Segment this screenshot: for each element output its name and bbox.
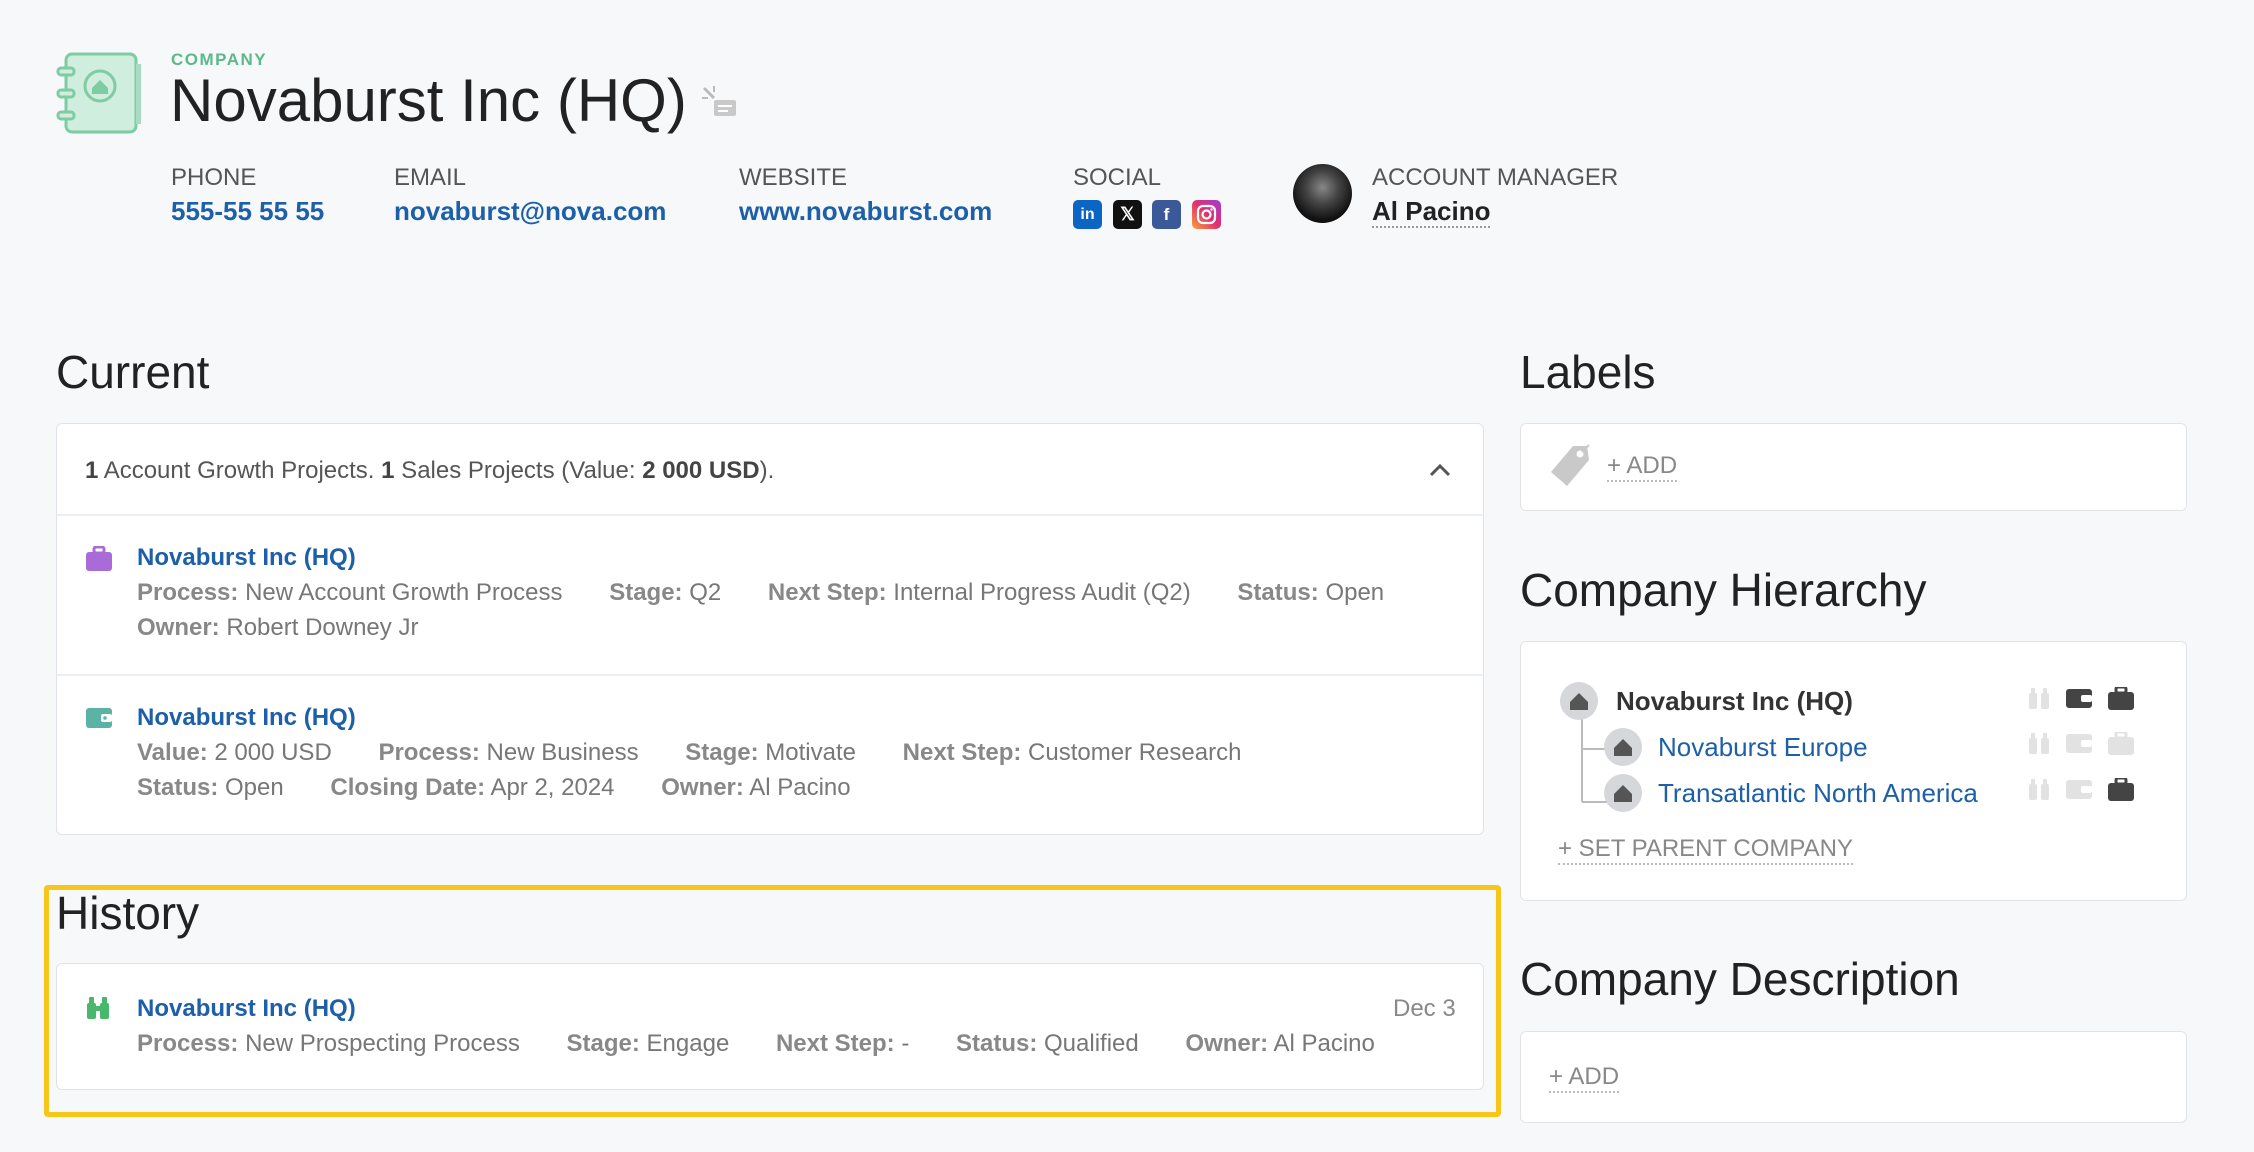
wallet-icon [2066, 689, 2092, 708]
binoculars-icon [2029, 688, 2049, 709]
instagram-icon[interactable] [1192, 200, 1221, 229]
phone-label: PHONE [171, 164, 257, 191]
current-heading: Current [56, 346, 210, 398]
wallet-icon [2066, 780, 2092, 799]
project-meta-line: Status: Open Closing Date: Apr 2, 2024 O… [137, 774, 851, 801]
company-home-icon [1604, 774, 1642, 812]
row-divider [57, 514, 1483, 516]
company-book-icon [56, 52, 141, 134]
project-title-link[interactable]: Novaburst Inc (HQ) [137, 544, 356, 572]
email-label: EMAIL [394, 164, 467, 191]
set-parent-company-link[interactable]: + SET PARENT COMPANY [1558, 835, 1853, 865]
account-manager-name[interactable]: Al Pacino [1372, 196, 1491, 228]
briefcase-icon [2108, 687, 2134, 710]
binoculars-icon [2029, 733, 2049, 754]
project-title-link[interactable]: Novaburst Inc (HQ) [137, 704, 356, 732]
hierarchy-card: Novaburst Inc (HQ) Novaburst Europe Tran… [1520, 641, 2187, 901]
description-heading: Company Description [1520, 953, 1960, 1005]
project-meta-line: Value: 2 000 USD Process: New Business S… [137, 739, 1242, 766]
history-meta-line: Process: New Prospecting Process Stage: … [137, 1030, 1375, 1057]
binoculars-icon [2029, 779, 2049, 800]
history-date: Dec 3 [1393, 995, 1456, 1022]
account-manager-name-text[interactable]: Al Pacino [1372, 196, 1491, 228]
chevron-up-icon[interactable] [1428, 462, 1452, 478]
current-summary: 1 Account Growth Projects. 1 Sales Proje… [85, 457, 775, 484]
project-owner-line: Owner: Robert Downey Jr [137, 614, 419, 641]
company-home-icon [1560, 682, 1598, 720]
phone-link[interactable]: 555-55 55 55 [171, 196, 324, 227]
website-label: WEBSITE [739, 164, 848, 191]
project-meta-line: Process: New Account Growth Process Stag… [137, 579, 1385, 606]
account-manager-avatar [1293, 164, 1352, 223]
row-divider [57, 674, 1483, 676]
x-twitter-icon[interactable]: 𝕏 [1113, 200, 1142, 229]
company-home-icon [1604, 728, 1642, 766]
binoculars-icon [87, 997, 109, 1019]
website-link[interactable]: www.novaburst.com [739, 196, 992, 227]
history-heading: History [56, 887, 200, 939]
linkedin-icon[interactable]: in [1073, 200, 1102, 229]
labels-heading: Labels [1520, 346, 1656, 398]
email-link[interactable]: novaburst@nova.com [394, 196, 666, 227]
briefcase-icon [86, 546, 112, 571]
tag-icon [1551, 444, 1590, 486]
company-title: Novaburst Inc (HQ) [170, 67, 687, 134]
facebook-icon[interactable]: f [1152, 200, 1181, 229]
account-manager-label: ACCOUNT MANAGER [1372, 164, 1619, 191]
briefcase-icon [2108, 732, 2134, 755]
wallet-icon [2066, 734, 2092, 753]
hierarchy-node-link[interactable]: Novaburst Europe [1658, 732, 1868, 763]
add-description-link[interactable]: + ADD [1549, 1063, 1620, 1093]
add-label-link[interactable]: + ADD [1607, 452, 1678, 482]
history-title-link[interactable]: Novaburst Inc (HQ) [137, 995, 356, 1023]
hierarchy-heading: Company Hierarchy [1520, 564, 1927, 616]
hierarchy-node-current: Novaburst Inc (HQ) [1616, 686, 1853, 716]
briefcase-icon [2108, 778, 2134, 801]
hierarchy-node-link[interactable]: Transatlantic North America [1658, 778, 1978, 809]
magic-edit-icon[interactable] [700, 84, 738, 120]
labels-card: + ADD [1520, 423, 2187, 511]
wallet-icon [86, 708, 112, 728]
current-projects-card: 1 Account Growth Projects. 1 Sales Proje… [56, 423, 1484, 835]
history-card: Novaburst Inc (HQ) Dec 3 Process: New Pr… [56, 963, 1484, 1090]
social-label: SOCIAL [1073, 164, 1162, 191]
description-card: + ADD [1520, 1031, 2187, 1123]
